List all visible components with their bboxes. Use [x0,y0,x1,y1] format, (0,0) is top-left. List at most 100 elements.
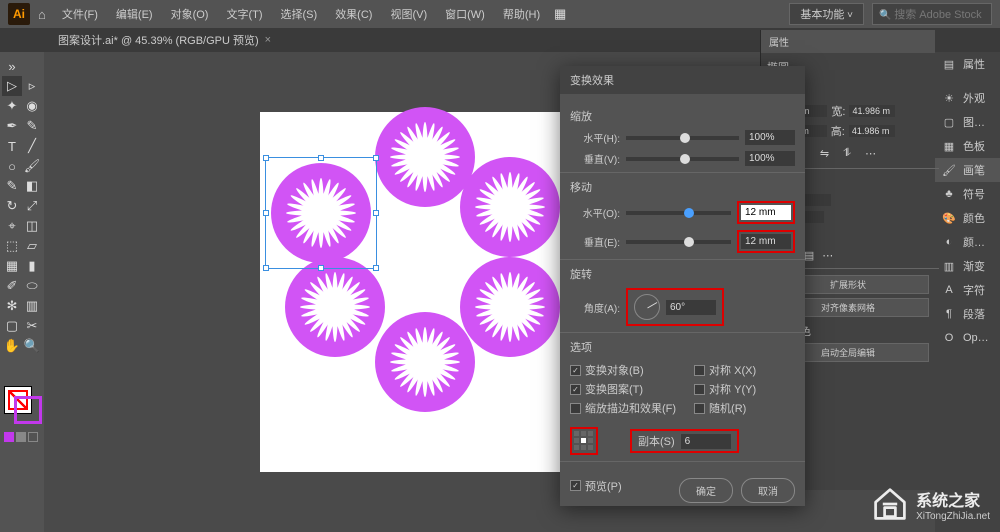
move-h-input[interactable] [741,205,791,220]
curvature-tool[interactable]: ✎ [22,116,42,136]
chevron-right-icon[interactable]: » [2,56,22,76]
eraser-tool[interactable]: ◧ [22,176,42,196]
checkbox-random[interactable] [694,403,705,414]
menu-type[interactable]: 文字(T) [218,2,270,26]
flip-h-icon[interactable]: ⇋ [820,147,829,160]
direct-selection-tool[interactable]: ▹ [22,76,42,96]
house-icon [872,486,908,522]
document-tab[interactable]: 图案设计.ai* @ 45.39% (RGB/GPU 预览) × [48,29,281,51]
checkbox-scale-stroke[interactable] [570,403,581,414]
panel-item-brushes[interactable]: 🖌画笔 [935,158,1000,182]
properties-tab[interactable]: 属性 [761,30,935,53]
zoom-tool[interactable]: 🔍 [22,336,42,356]
align-icon[interactable]: ▤ [804,249,814,262]
app-menubar: Ai ⌂ 文件(F) 编辑(E) 对象(O) 文字(T) 选择(S) 效果(C)… [0,0,1000,28]
search-input[interactable]: 🔍 搜索 Adobe Stock [872,3,992,25]
panel-item-character[interactable]: A字符 [935,278,1000,302]
selection-bounding-box[interactable] [265,157,377,269]
menu-object[interactable]: 对象(O) [163,2,217,26]
gradient-tool[interactable]: ▮ [22,256,42,276]
more-icon[interactable]: ⋯ [865,147,876,160]
line-tool[interactable]: ╱ [22,136,42,156]
panel-item-color[interactable]: 🎨颜色 [935,206,1000,230]
checkbox-preview[interactable]: ✓ [570,480,581,491]
workspace-switcher[interactable]: 基本功能 ˅ [789,3,864,25]
home-icon[interactable]: ⌂ [38,7,46,22]
move-v-input[interactable] [741,234,791,249]
panel-item-layers[interactable]: ▢图… [935,110,1000,134]
height-input[interactable] [849,125,895,137]
pen-tool[interactable]: ✒ [2,116,22,136]
panel-item-colorguide[interactable]: ◐颜… [935,230,1000,254]
brush-tool[interactable]: 🖌 [22,156,42,176]
menu-effect[interactable]: 效果(C) [327,2,380,26]
free-transform-tool[interactable]: ◫ [22,216,42,236]
menu-edit[interactable]: 编辑(E) [108,2,161,26]
panel-item-properties[interactable]: ▤属性 [935,52,1000,76]
scale-v-slider[interactable] [626,157,739,161]
selection-tool[interactable]: ▷ [2,76,22,96]
move-v-label: 垂直(E): [570,234,620,249]
menu-select[interactable]: 选择(S) [273,2,326,26]
scale-v-input[interactable] [745,151,795,166]
color-picker[interactable] [4,386,40,442]
panel-item-symbols[interactable]: ♣符号 [935,182,1000,206]
checkbox-reflect-y[interactable] [694,384,705,395]
hand-tool[interactable]: ✋ [2,336,22,356]
graph-tool[interactable]: ▥ [22,296,42,316]
transform-origin-grid[interactable] [574,431,594,451]
shape-builder-tool[interactable]: ⬚ [2,236,22,256]
panel-item-opentype[interactable]: OOp… [935,326,1000,350]
scale-h-slider[interactable] [626,136,739,140]
type-tool[interactable]: T [2,136,22,156]
panel-item-paragraph[interactable]: ¶段落 [935,302,1000,326]
mesh-tool[interactable]: ▦ [2,256,22,276]
menu-window[interactable]: 窗口(W) [437,2,493,26]
blend-tool[interactable]: ⬭ [22,276,42,296]
h-label: 高: [831,123,845,139]
flip-v-icon[interactable]: ⥮ [843,147,851,160]
checkbox-transform-pattern[interactable]: ✓ [570,384,581,395]
perspective-tool[interactable]: ▱ [22,236,42,256]
ellipse-tool[interactable]: ○ [2,156,22,176]
checkbox-reflect-x[interactable] [694,365,705,376]
panel-item-swatches[interactable]: ▦色板 [935,134,1000,158]
menu-help[interactable]: 帮助(H) [495,2,548,26]
magic-wand-tool[interactable]: ✦ [2,96,22,116]
symbol-tool[interactable]: ✻ [2,296,22,316]
artboard-tool[interactable]: ▢ [2,316,22,336]
shaper-tool[interactable]: ✎ [2,176,22,196]
move-h-slider[interactable] [626,211,731,215]
menu-file[interactable]: 文件(F) [54,2,106,26]
angle-input[interactable] [666,300,716,315]
width-input[interactable] [849,105,895,117]
swatches-icon: ▦ [941,138,957,154]
menu-view[interactable]: 视图(V) [382,2,435,26]
move-v-slider[interactable] [626,240,731,244]
color-icon: ◐ [941,234,957,250]
scale-v-label: 垂直(V): [570,151,620,166]
width-tool[interactable]: ⌖ [2,216,22,236]
eyedropper-tool[interactable]: ✐ [2,276,22,296]
copies-input[interactable] [681,434,731,449]
panel-item-appearance[interactable]: ☀外观 [935,86,1000,110]
opentype-icon: O [941,330,957,346]
ok-button[interactable]: 确定 [679,478,733,503]
rotate-tool[interactable]: ↻ [2,196,22,216]
arrange-icon[interactable]: ▦ [550,4,570,24]
panel-item-gradient[interactable]: ▥渐变 [935,254,1000,278]
scale-section-label: 缩放 [570,108,795,124]
more-icon[interactable]: ⋯ [822,249,833,262]
checkbox-transform-object[interactable]: ✓ [570,365,581,376]
brush-icon: 🖌 [941,162,957,178]
lasso-tool[interactable]: ◉ [22,96,42,116]
rotate-dial[interactable] [634,294,660,320]
app-logo: Ai [8,3,30,25]
slice-tool[interactable]: ✂ [22,316,42,336]
cancel-button[interactable]: 取消 [741,478,795,503]
scale-h-input[interactable] [745,130,795,145]
close-icon[interactable]: × [265,34,271,46]
scale-h-label: 水平(H): [570,130,620,145]
paragraph-icon: ¶ [941,306,957,322]
scale-tool[interactable]: ⤢ [22,196,42,216]
